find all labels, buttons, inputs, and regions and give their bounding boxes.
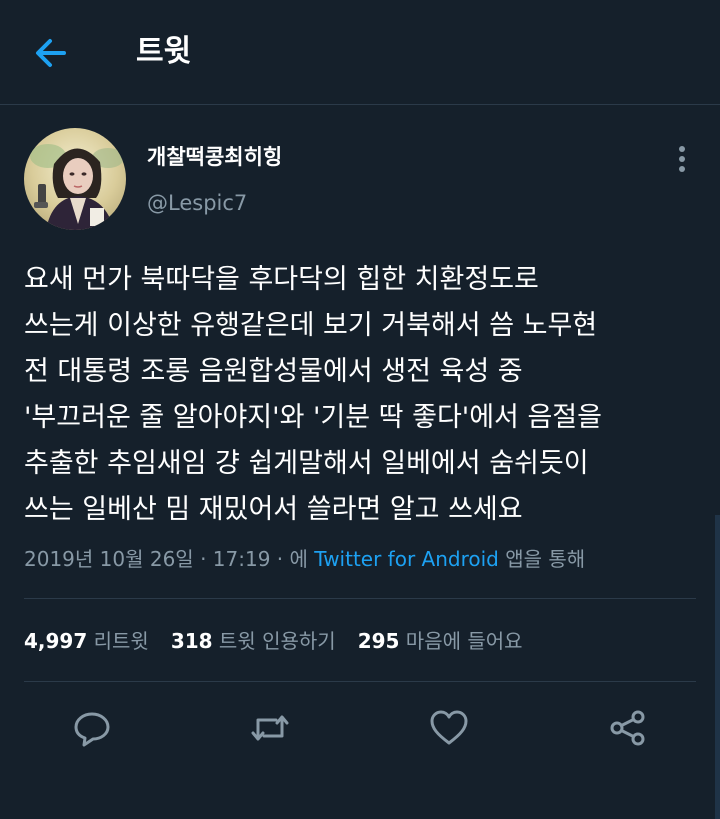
reply-button[interactable] [72,708,112,748]
header-divider [0,104,720,105]
avatar[interactable] [24,128,126,230]
meta-suffix: 앱을 통해 [498,547,586,571]
retweet-icon [251,715,289,741]
meta-separator: · [193,547,213,571]
likes-count: 295 [357,629,400,653]
share-button[interactable] [608,708,648,748]
meta-divider [24,598,696,599]
tweet-meta: 2019년 10월 26일 · 17:19 · 에 Twitter for An… [24,542,585,576]
more-options-button[interactable] [668,142,696,176]
tweet-time: 17:19 [212,547,271,571]
tweet-line: 쓰는게 이상한 유행같은데 보기 거북해서 씀 노무현 [24,310,598,341]
scrollbar[interactable] [715,515,720,819]
retweets-label: 리트윗 [87,629,149,653]
quotes-count: 318 [170,629,213,653]
avatar-image [24,128,126,230]
tweet-line: 요새 먼가 북따닥을 후다닥의 힙한 치환정도로 [24,264,539,295]
tweet-stats: 4,997 리트윗 318 트윗 인용하기 295 마음에 들어요 [24,624,523,658]
more-vertical-icon [679,146,685,172]
retweets-count: 4,997 [24,629,88,653]
tweet-line: 전 대통령 조롱 음원합성물에서 생전 육성 중 [24,356,523,387]
author-handle[interactable]: @Lespic7 [147,188,247,218]
like-button[interactable] [429,708,469,748]
tweet-date: 2019년 10월 26일 [24,547,194,571]
likes-stat[interactable]: 295 마음에 들어요 [358,629,523,653]
meta-separator: · 에 [270,547,315,571]
stats-divider [24,681,696,682]
likes-label: 마음에 들어요 [399,629,523,653]
retweet-button[interactable] [250,708,290,748]
page-title: 트윗 [136,34,192,69]
retweets-stat[interactable]: 4,997 리트윗 [24,629,149,653]
top-bar: 트윗 [0,0,720,104]
tweet-line: '부끄러운 줄 알아야지'와 '기분 딱 좋다'에서 음절을 [24,402,602,433]
author-name[interactable]: 개찰떡콩최히힝 [147,142,282,172]
arrow-left-icon [36,39,66,67]
tweet-line: 쓰는 일베산 밈 재밌어서 쓸라면 알고 쓰세요 [24,494,523,525]
tweet-line: 추출한 추임새임 걍 쉽게말해서 일베에서 숨쉬듯이 [24,448,589,479]
quotes-label: 트윗 인용하기 [212,629,336,653]
tweet-source-link[interactable]: Twitter for Android [314,547,499,571]
reply-icon [74,712,110,747]
like-icon [430,710,468,745]
share-icon [610,710,645,746]
quotes-stat[interactable]: 318 트윗 인용하기 [171,629,336,653]
tweet-text: 요새 먼가 북따닥을 후다닥의 힙한 치환정도로 쓰는게 이상한 유행같은데 보… [24,257,714,533]
back-button[interactable] [30,32,72,74]
